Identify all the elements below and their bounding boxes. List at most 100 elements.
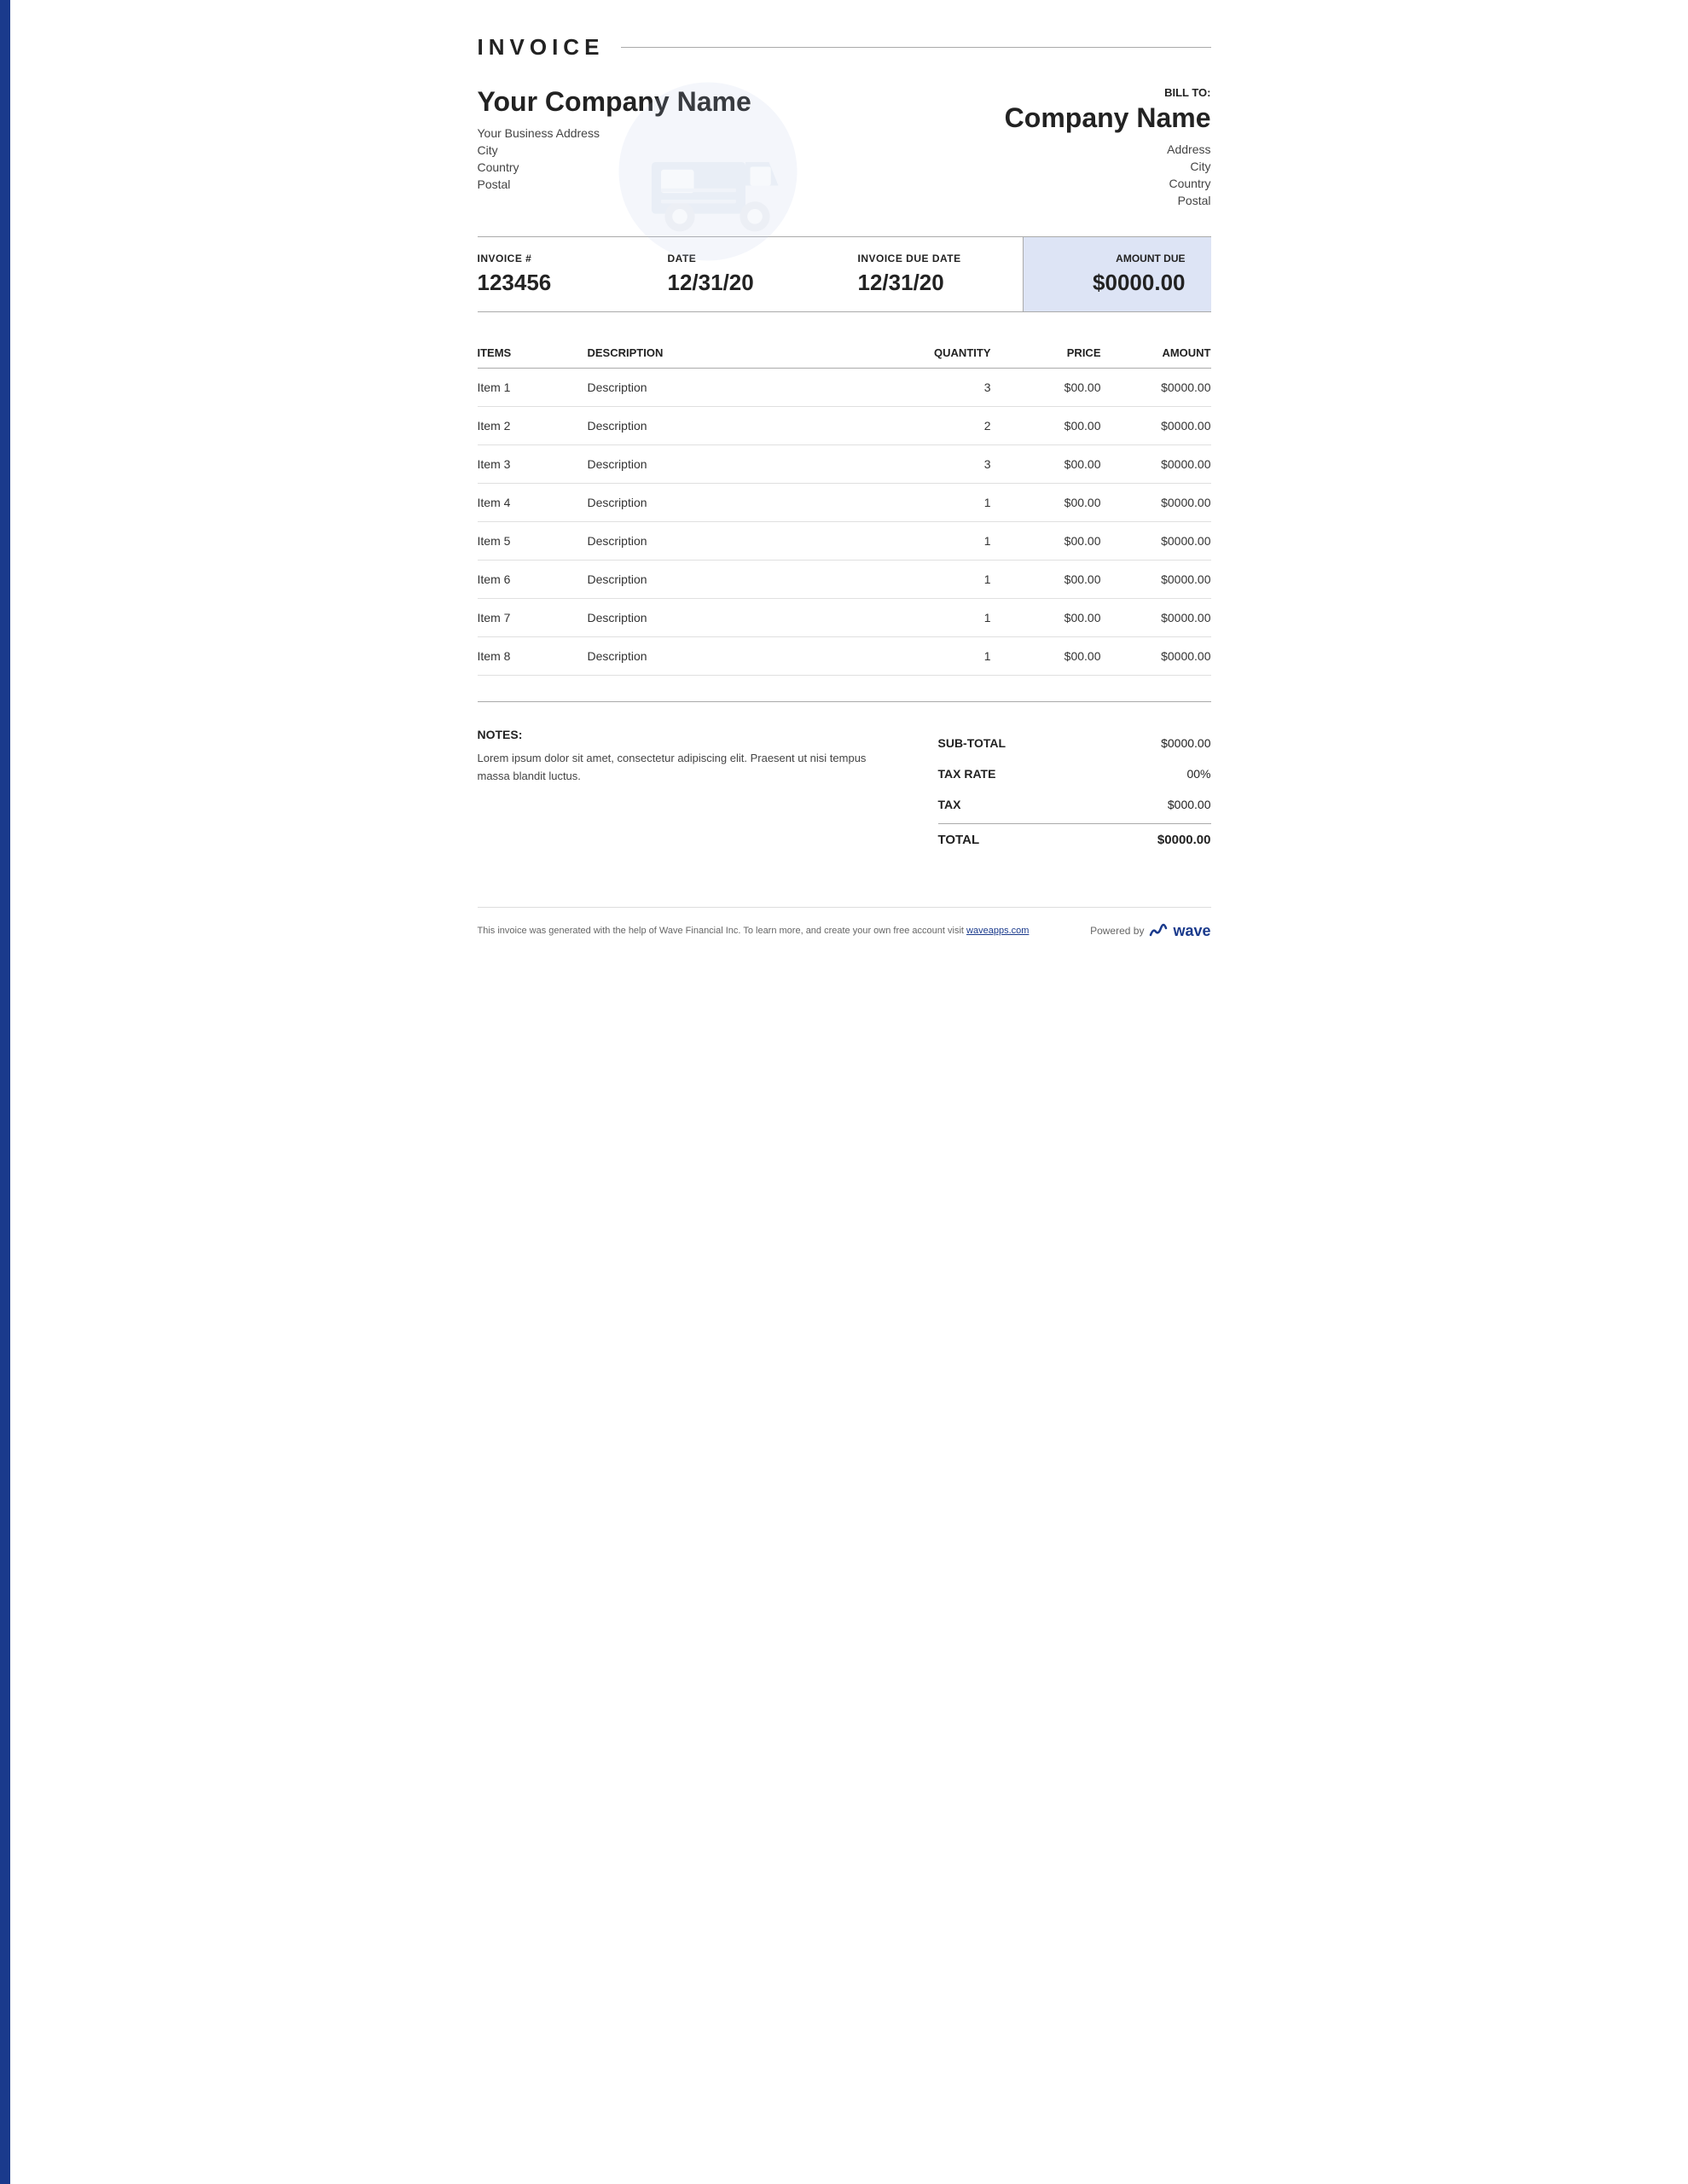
table-row: Item 4 Description 1 $00.00 $0000.00	[478, 484, 1211, 522]
item-quantity: 3	[918, 445, 991, 484]
watermark-logo	[614, 78, 802, 265]
tax-label: TAX	[938, 798, 961, 811]
company-section: Your Company Name Your Business Address …	[478, 86, 1211, 211]
item-amount: $0000.00	[1101, 561, 1211, 599]
table-row: Item 7 Description 1 $00.00 $0000.00	[478, 599, 1211, 637]
item-name: Item 4	[478, 484, 588, 522]
item-quantity: 1	[918, 561, 991, 599]
item-quantity: 1	[918, 599, 991, 637]
bill-to-company-name: Company Name	[844, 102, 1211, 134]
item-name: Item 3	[478, 445, 588, 484]
bill-to-postal: Postal	[844, 194, 1211, 207]
powered-label: Powered by	[1090, 925, 1144, 937]
due-date-value: 12/31/20	[858, 270, 997, 296]
item-name: Item 7	[478, 599, 588, 637]
footer-text: This invoice was generated with the help…	[478, 926, 1030, 936]
bottom-section: NOTES: Lorem ipsum dolor sit amet, conse…	[478, 701, 1211, 856]
table-header-row: ITEMS DESCRIPTION QUANTITY PRICE AMOUNT	[478, 338, 1211, 369]
item-amount: $0000.00	[1101, 407, 1211, 445]
powered-by: Powered by wave	[1090, 921, 1210, 940]
item-amount: $0000.00	[1101, 599, 1211, 637]
items-section: ITEMS DESCRIPTION QUANTITY PRICE AMOUNT …	[478, 338, 1211, 676]
tax-value: $000.00	[1168, 798, 1211, 811]
table-row: Item 6 Description 1 $00.00 $0000.00	[478, 561, 1211, 599]
total-row: TOTAL $0000.00	[938, 823, 1211, 856]
item-price: $00.00	[991, 445, 1101, 484]
item-description: Description	[588, 599, 918, 637]
item-price: $00.00	[991, 522, 1101, 561]
invoice-number-label: INVOICE #	[478, 253, 617, 264]
item-amount: $0000.00	[1101, 637, 1211, 676]
item-amount: $0000.00	[1101, 522, 1211, 561]
tax-rate-label: TAX RATE	[938, 767, 996, 781]
tax-rate-value: 00%	[1186, 767, 1210, 781]
item-quantity: 1	[918, 522, 991, 561]
footer: This invoice was generated with the help…	[478, 907, 1211, 940]
wave-brand-name: wave	[1173, 922, 1210, 940]
col-header-description: DESCRIPTION	[588, 338, 918, 369]
footer-link[interactable]: waveapps.com	[966, 926, 1029, 936]
item-price: $00.00	[991, 561, 1101, 599]
item-price: $00.00	[991, 407, 1101, 445]
item-name: Item 1	[478, 369, 588, 407]
item-quantity: 3	[918, 369, 991, 407]
col-header-items: ITEMS	[478, 338, 588, 369]
item-price: $00.00	[991, 369, 1101, 407]
item-description: Description	[588, 445, 918, 484]
item-price: $00.00	[991, 484, 1101, 522]
tax-rate-row: TAX RATE 00%	[938, 758, 1211, 789]
amount-due-value: $0000.00	[1049, 270, 1186, 296]
due-date-label: INVOICE DUE DATE	[858, 253, 997, 264]
date-value: 12/31/20	[668, 270, 807, 296]
invoice-due-date-block: INVOICE DUE DATE 12/31/20	[832, 237, 1023, 311]
invoice-meta-section: INVOICE # 123456 DATE 12/31/20 INVOICE D…	[478, 236, 1211, 312]
item-description: Description	[588, 522, 918, 561]
item-name: Item 2	[478, 407, 588, 445]
item-price: $00.00	[991, 599, 1101, 637]
table-row: Item 8 Description 1 $00.00 $0000.00	[478, 637, 1211, 676]
amount-due-label: AMOUNT DUE	[1049, 253, 1186, 264]
table-row: Item 3 Description 3 $00.00 $0000.00	[478, 445, 1211, 484]
header-divider	[621, 47, 1210, 48]
invoice-number-value: 123456	[478, 270, 617, 296]
item-name: Item 8	[478, 637, 588, 676]
notes-text: Lorem ipsum dolor sit amet, consectetur …	[478, 750, 881, 786]
col-header-amount: AMOUNT	[1101, 338, 1211, 369]
totals-section: SUB-TOTAL $0000.00 TAX RATE 00% TAX $000…	[938, 728, 1211, 856]
item-description: Description	[588, 484, 918, 522]
item-description: Description	[588, 369, 918, 407]
subtotal-row: SUB-TOTAL $0000.00	[938, 728, 1211, 758]
item-quantity: 1	[918, 484, 991, 522]
table-row: Item 2 Description 2 $00.00 $0000.00	[478, 407, 1211, 445]
invoice-title: INVOICE	[478, 34, 605, 61]
wave-icon	[1149, 921, 1168, 940]
subtotal-label: SUB-TOTAL	[938, 736, 1006, 750]
total-value: $0000.00	[1157, 833, 1211, 847]
bill-to-section: BILL TO: Company Name Address City Count…	[844, 86, 1211, 211]
item-description: Description	[588, 561, 918, 599]
item-name: Item 6	[478, 561, 588, 599]
subtotal-value: $0000.00	[1161, 736, 1210, 750]
bill-to-label: BILL TO:	[844, 86, 1211, 99]
item-name: Item 5	[478, 522, 588, 561]
item-amount: $0000.00	[1101, 445, 1211, 484]
item-quantity: 1	[918, 637, 991, 676]
left-accent-bar	[0, 0, 10, 2184]
footer-text-content: This invoice was generated with the help…	[478, 926, 964, 936]
col-header-quantity: QUANTITY	[918, 338, 991, 369]
items-table: ITEMS DESCRIPTION QUANTITY PRICE AMOUNT …	[478, 338, 1211, 676]
notes-label: NOTES:	[478, 728, 881, 741]
notes-section: NOTES: Lorem ipsum dolor sit amet, conse…	[478, 728, 881, 856]
table-row: Item 5 Description 1 $00.00 $0000.00	[478, 522, 1211, 561]
item-amount: $0000.00	[1101, 369, 1211, 407]
item-description: Description	[588, 637, 918, 676]
table-row: Item 1 Description 3 $00.00 $0000.00	[478, 369, 1211, 407]
col-header-price: PRICE	[991, 338, 1101, 369]
item-price: $00.00	[991, 637, 1101, 676]
bill-to-city: City	[844, 160, 1211, 173]
amount-due-block: AMOUNT DUE $0000.00	[1024, 237, 1211, 311]
bill-to-address: Address	[844, 142, 1211, 156]
total-label: TOTAL	[938, 833, 980, 847]
item-amount: $0000.00	[1101, 484, 1211, 522]
tax-row: TAX $000.00	[938, 789, 1211, 820]
